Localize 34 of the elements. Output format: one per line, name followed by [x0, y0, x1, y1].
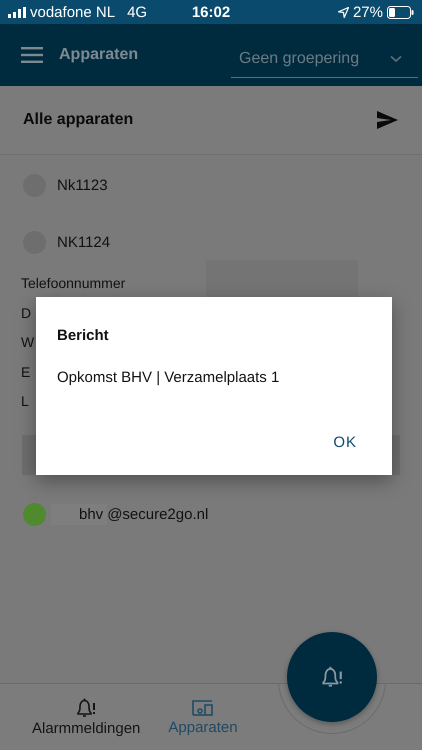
- grouping-dropdown[interactable]: Geen groepering: [231, 40, 418, 78]
- menu-icon[interactable]: [21, 47, 43, 63]
- clock-time: 16:02: [192, 4, 230, 20]
- dialog-message: Opkomst BHV | Verzamelplaats 1: [57, 369, 280, 386]
- bell-icon: [75, 698, 98, 718]
- name-part: bhv: [51, 504, 108, 525]
- detail-label: Telefoonnummer: [21, 274, 126, 293]
- bell-icon: [320, 665, 344, 689]
- send-icon[interactable]: [377, 111, 398, 129]
- list-title: Alle apparaten: [23, 111, 134, 129]
- email-domain: @secure2go.nl: [107, 506, 208, 523]
- contact-row[interactable]: bhv @secure2go.nl: [0, 486, 422, 542]
- alarm-button[interactable]: [287, 632, 377, 722]
- ok-button[interactable]: OK: [325, 428, 365, 457]
- signal-icon: [8, 6, 26, 18]
- battery-percent: 27%: [352, 4, 383, 20]
- carrier-name: vodafone NL: [30, 4, 116, 20]
- nav-tab[interactable]: Alarmmeldingen: [32, 698, 140, 736]
- detail-label: D: [21, 304, 32, 322]
- devices-icon: [192, 698, 214, 716]
- device-row[interactable]: NK1124: [0, 215, 422, 269]
- detail-label: E: [21, 362, 30, 382]
- network-type: 4G: [127, 4, 148, 20]
- dialog-title: Bericht: [57, 327, 109, 344]
- nav-tab[interactable]: Apparaten: [168, 698, 238, 736]
- screen-title: Apparaten: [59, 46, 140, 64]
- battery-icon: [387, 6, 414, 18]
- location-icon: [338, 6, 349, 18]
- device-name: Nk1123: [57, 176, 108, 194]
- detail-label: W: [21, 333, 34, 352]
- chevron-icon: [390, 54, 402, 62]
- detail-label: L: [21, 392, 29, 411]
- device-row[interactable]: Nk1123: [0, 158, 422, 212]
- device-name: NK1124: [57, 234, 110, 250]
